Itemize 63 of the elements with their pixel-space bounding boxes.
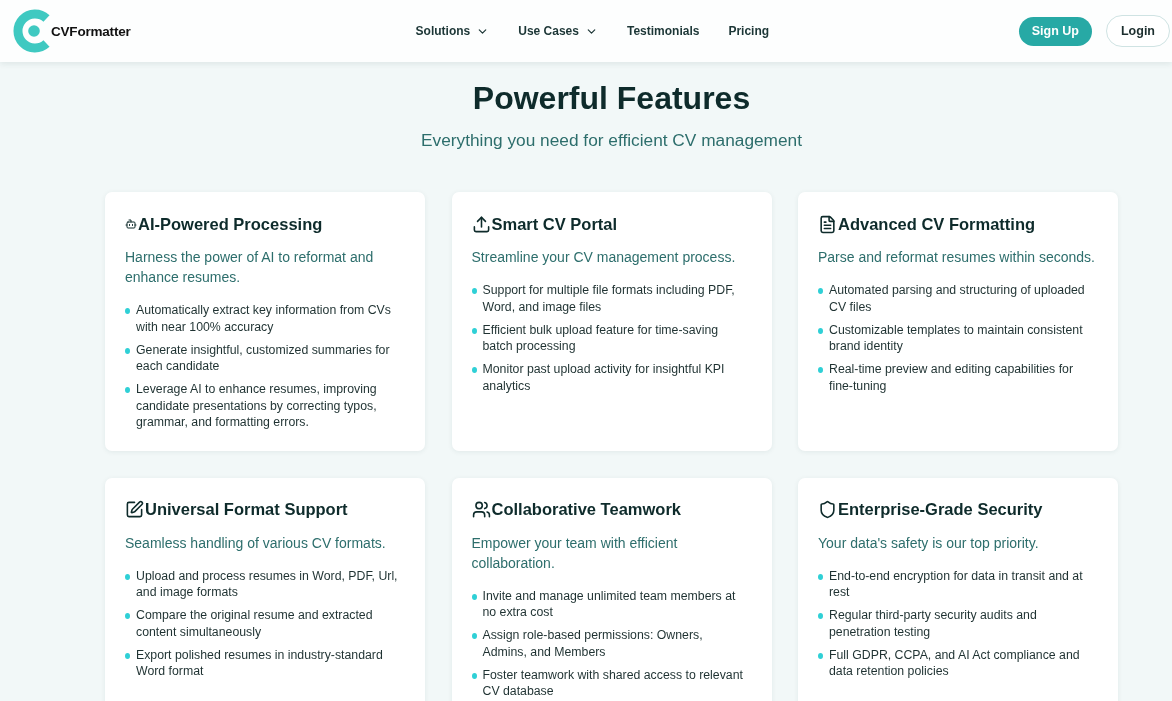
feature-point: Upload and process resumes in Word, PDF, Url, and image formats — [136, 567, 399, 601]
nav-link[interactable]: Use Cases — [518, 20, 598, 42]
card-description: Streamline your CV management process. — [471, 248, 737, 267]
card-description: Harness the power of AI to reformat and enhance resumes. — [125, 248, 375, 287]
card-title: Enterprise-Grade Security — [838, 500, 1043, 519]
card-description: Seamless handling of various CV formats. — [125, 533, 387, 553]
login-button[interactable]: Login — [1106, 15, 1170, 47]
feature-point: Automated parsing and structuring of uploaded CV files — [829, 282, 1086, 315]
feature-point: Support for multiple file formats including PDF, Word, and image files — [482, 282, 736, 315]
bullet-dot-icon — [471, 288, 477, 294]
bullet-dot-icon — [125, 308, 130, 314]
card-title: Collaborative Teamwork — [491, 500, 681, 519]
bullet-dot-icon — [818, 367, 823, 373]
bullet-dot-icon — [818, 652, 823, 659]
nav-link[interactable]: Pricing — [728, 20, 770, 42]
feature-point: Efficient bulk upload feature for time-saving batch processing — [482, 321, 720, 355]
bullet-dot-icon — [471, 327, 477, 334]
feature-point: End-to-end encryption for data in transit and at rest — [829, 567, 1084, 601]
card-description: Your data's safety is our top priority. — [818, 533, 1040, 553]
bullet-dot-icon — [125, 347, 130, 354]
feature-point: Regular third-party security audits and penetration testing — [829, 607, 1038, 640]
feature-point: Generate insightful, customized summaries for each candidate — [136, 341, 391, 375]
section-subtitle: Everything you need for efficient CV management — [419, 130, 804, 150]
feature-point: Invite and manage unlimited team members at no extra cost — [482, 587, 737, 621]
feature-point: Export polished resumes in industry-standard Word format — [136, 646, 384, 680]
card-title: Universal Format Support — [145, 500, 348, 519]
card-description: Empower your team with efficient collaboration. — [471, 533, 679, 573]
feature-point: Customizable templates to maintain consistent brand identity — [829, 321, 1084, 355]
upload-icon — [471, 214, 491, 234]
bullet-dot-icon — [125, 573, 130, 580]
feature-point: Real-time preview and editing capabilities for fine-tuning — [829, 361, 1074, 394]
feature-point: Assign role-based permissions: Owners, Admins, and Members — [482, 627, 704, 660]
bullet-dot-icon — [471, 633, 477, 639]
shield-icon — [818, 500, 837, 519]
robot-icon — [125, 218, 137, 230]
nav-link[interactable]: Testimonials — [626, 20, 700, 42]
bullet-dot-icon — [471, 672, 477, 679]
card-title: AI-Powered Processing — [138, 214, 323, 234]
bullet-dot-icon — [818, 288, 823, 294]
bullet-dot-icon — [125, 387, 130, 393]
section-title: Powerful Features — [471, 79, 752, 117]
users-icon — [471, 500, 491, 519]
feature-point: Full GDPR, CCPA, and AI Act compliance and data retention policies — [829, 646, 1081, 680]
nav-link[interactable]: Solutions — [415, 20, 490, 42]
card-title: Smart CV Portal — [491, 214, 618, 234]
feature-point: Compare the original resume and extracted content simultaneously — [136, 607, 374, 640]
feature-point: Foster teamwork with shared access to relevant CV database — [482, 666, 744, 700]
bullet-dot-icon — [125, 652, 130, 659]
edit-icon — [125, 500, 144, 519]
bullet-dot-icon — [125, 613, 130, 619]
bullet-dot-icon — [471, 593, 477, 600]
bullet-dot-icon — [818, 613, 823, 619]
feature-point: Leverage AI to enhance resumes, improving candidate presentations by correcting typos, grammar, and formatting errors. — [136, 381, 378, 431]
card-description: Parse and reformat resumes within seconds. — [818, 248, 1096, 267]
feature-point: Automatically extract key information from CVs with near 100% accuracy — [136, 302, 392, 335]
feature-point: Monitor past upload activity for insightful KPI analytics — [482, 361, 726, 394]
brand-name: CVFormatter — [51, 23, 131, 39]
bullet-dot-icon — [471, 367, 477, 373]
bullet-dot-icon — [818, 327, 823, 334]
logo-icon — [12, 9, 51, 53]
bullet-dot-icon — [818, 573, 823, 580]
document-icon — [818, 214, 837, 234]
card-title: Advanced CV Formatting — [838, 214, 1036, 234]
